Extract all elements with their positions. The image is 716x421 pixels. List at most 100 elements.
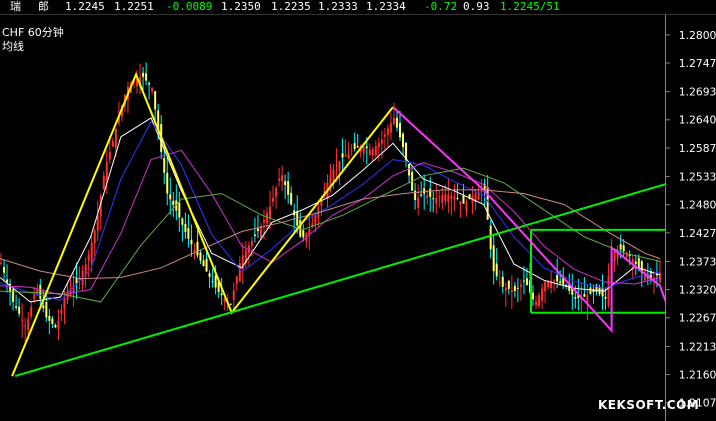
quote-field: 1.2350 [221, 0, 261, 13]
quote-field: 1.2245 [65, 0, 105, 13]
candle-body [604, 296, 607, 299]
quote-field: 1.2251 [114, 0, 154, 13]
candle-body [420, 194, 423, 196]
candle-body [525, 278, 528, 286]
candle-body [519, 284, 522, 287]
candle-body [202, 260, 205, 267]
candle-body [284, 181, 287, 185]
candle-body [547, 281, 550, 288]
quote-field: -0.72 [424, 0, 458, 13]
quote-field: 1.2334 [366, 0, 406, 13]
candle-body [21, 319, 24, 321]
trendline [392, 106, 665, 334]
trendline-layer [11, 71, 665, 378]
candle-body [374, 146, 377, 156]
candle-body [181, 218, 184, 225]
candle-body [541, 288, 544, 301]
axis-tick-label: 1.2320 [679, 284, 716, 297]
candle-body [480, 190, 483, 192]
watermark: KEKSOFT.COM [598, 398, 700, 412]
candle-body [350, 150, 353, 152]
candle-body [302, 230, 305, 238]
candle-body [395, 117, 398, 128]
axis-tick-label: 1.2800 [679, 29, 716, 42]
candle-body [105, 162, 108, 182]
candle-body [601, 288, 604, 297]
candle-body [613, 251, 616, 262]
candle-body [423, 188, 426, 194]
candle-body [151, 88, 154, 92]
candle-body [492, 245, 495, 272]
candle-body [266, 213, 268, 224]
candle-body [269, 206, 272, 219]
candle-body [556, 274, 559, 282]
candle-body [456, 198, 459, 200]
candle-body [262, 219, 265, 223]
candle-body [495, 263, 498, 277]
candle-body [33, 294, 36, 299]
candle-body [142, 72, 145, 77]
axis-tick-label: 1.2160 [679, 368, 716, 381]
candle-body [193, 249, 196, 252]
axis-tick-label: 1.2373 [679, 255, 716, 268]
axis-tick-label: 1.2640 [679, 114, 716, 127]
candle-body [356, 146, 359, 148]
candle-body [513, 285, 516, 292]
candle-body [589, 287, 592, 294]
axis-tick-label: 1.2747 [679, 57, 716, 70]
candle-body [559, 281, 562, 283]
candle-body [380, 139, 383, 144]
axis-tick-label: 1.2533 [679, 171, 716, 184]
candle-body [3, 267, 6, 273]
candle-body [63, 298, 66, 310]
candle-body [18, 306, 21, 314]
candle-body [178, 202, 181, 218]
axis-tick-label: 1.2587 [679, 142, 716, 155]
candle-body [389, 123, 392, 133]
axis-tick-label: 1.2480 [679, 199, 716, 212]
candle-body [399, 123, 401, 138]
candle-body [429, 188, 432, 197]
candle-body [504, 287, 507, 291]
candle-body [426, 195, 429, 199]
candle-body [145, 73, 148, 81]
candle-body [507, 280, 510, 289]
candle-body [208, 273, 211, 277]
candle-body [214, 275, 217, 288]
moving-average-line [0, 189, 661, 280]
candle-body [108, 151, 111, 160]
candle-body [0, 262, 2, 264]
candle-body [365, 146, 368, 149]
candle-body [489, 225, 492, 250]
candle-body [465, 202, 468, 212]
candle-body [163, 158, 166, 173]
candle-body [250, 240, 253, 246]
candle-body [501, 276, 504, 287]
candle-body [444, 193, 447, 202]
candle-body [299, 219, 302, 237]
candle-body [462, 195, 465, 204]
candle-body [238, 263, 241, 282]
candle-body [377, 142, 380, 148]
candle-body [253, 234, 256, 236]
candle-body [27, 319, 30, 331]
candle-body [402, 133, 405, 148]
quote-field: 0.93 [463, 0, 490, 13]
candle-body [229, 303, 232, 305]
candle-body [48, 315, 51, 321]
candle-body [90, 242, 93, 263]
candle-body [353, 143, 356, 150]
candle-body [169, 194, 172, 200]
candle-body [290, 192, 293, 205]
candle-body [335, 165, 338, 167]
candle-body [634, 261, 637, 265]
candle-body [235, 276, 238, 284]
axis-tick-label: 1.2213 [679, 340, 716, 353]
candle-body [435, 197, 438, 204]
candle-body [39, 284, 42, 299]
candle-body [392, 117, 395, 124]
candle-body [211, 281, 214, 283]
candle-body [532, 292, 534, 300]
candle-body [220, 293, 223, 296]
candle-body [15, 306, 18, 308]
